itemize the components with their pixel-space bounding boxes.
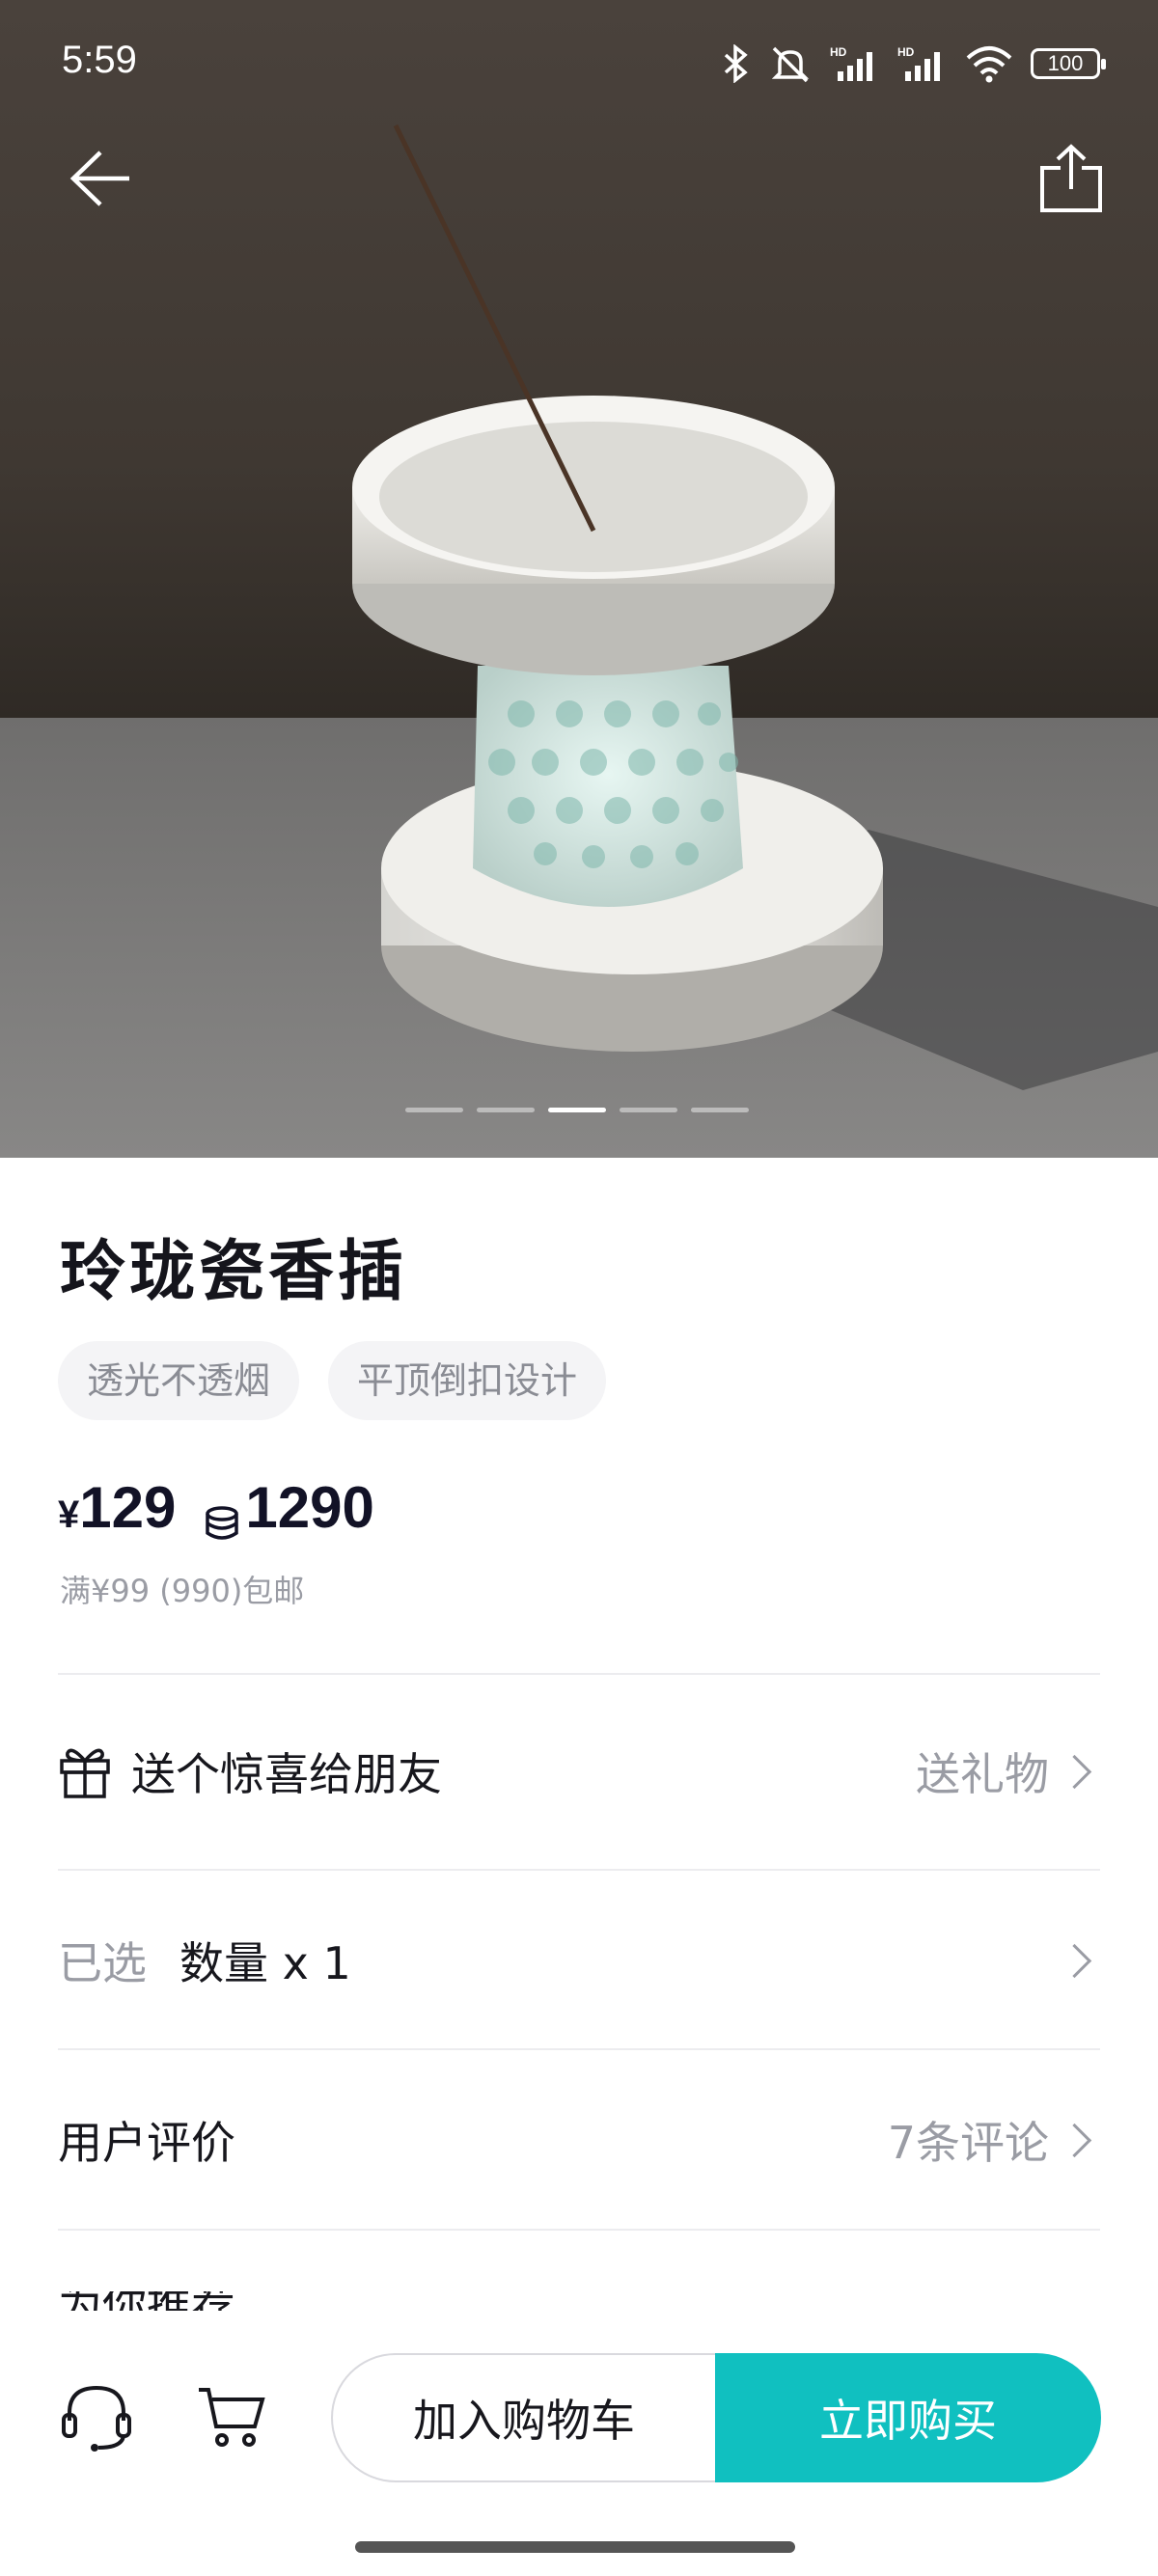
reviews-row[interactable]: 用户评价 7条评论 bbox=[58, 2082, 1100, 2198]
reviews-count-link[interactable]: 7条评论 bbox=[888, 2108, 1100, 2172]
svg-text:HD: HD bbox=[897, 45, 915, 59]
reviews-label: 用户评价 bbox=[58, 2117, 235, 2169]
recommend-row-partial: 为你推荐 bbox=[58, 2291, 1100, 2311]
price-row: ¥129 1290 bbox=[58, 1474, 374, 1543]
back-button[interactable] bbox=[56, 135, 143, 222]
divider bbox=[58, 1673, 1100, 1675]
product-title: 玲珑瓷香插 bbox=[60, 1234, 408, 1310]
shipping-note: 满¥99 (990)包邮 bbox=[60, 1573, 305, 1609]
gift-action[interactable]: 送礼物 bbox=[916, 1740, 1100, 1803]
selected-chevron bbox=[1057, 1943, 1100, 1978]
status-icons: HD HD 100 bbox=[722, 42, 1106, 85]
svg-text:HD: HD bbox=[830, 45, 847, 59]
price-value: 129 bbox=[79, 1475, 177, 1540]
bluetooth-icon bbox=[724, 44, 748, 83]
cart-icon bbox=[199, 2388, 265, 2447]
reviews-count: 7条评论 bbox=[887, 2117, 1049, 2169]
gallery-dot[interactable] bbox=[691, 1108, 749, 1112]
gift-action-label: 送礼物 bbox=[916, 1748, 1049, 1800]
divider bbox=[58, 1869, 1100, 1871]
gallery-dot[interactable] bbox=[477, 1108, 535, 1112]
product-tags: 透光不透烟 平顶倒扣设计 bbox=[58, 1341, 607, 1420]
cart-button[interactable] bbox=[193, 2378, 270, 2455]
share-icon bbox=[1040, 144, 1102, 212]
coin-icon bbox=[206, 1506, 239, 1540]
product-tag: 透光不透烟 bbox=[58, 1341, 300, 1420]
headset-icon bbox=[62, 2385, 131, 2452]
gallery-dot[interactable] bbox=[548, 1108, 606, 1112]
gallery-indicators bbox=[405, 1108, 749, 1112]
selected-prefix: 已选 bbox=[58, 1937, 147, 1989]
price: ¥129 bbox=[58, 1474, 176, 1541]
divider bbox=[58, 2048, 1100, 2050]
customer-service-button[interactable] bbox=[58, 2378, 135, 2455]
selected-quantity-row[interactable]: 已选 数量 x 1 bbox=[58, 1903, 1100, 2018]
hd-signal-icon: HD bbox=[830, 45, 872, 81]
coin-price: 1290 bbox=[203, 1474, 374, 1543]
battery-icon: 100 bbox=[1031, 48, 1106, 79]
gift-label: 送个惊喜给朋友 bbox=[131, 1748, 442, 1800]
mute-icon bbox=[771, 46, 810, 83]
selected-quantity: 数量 x 1 bbox=[179, 1937, 351, 1989]
status-time: 5:59 bbox=[62, 39, 137, 81]
gallery-dot[interactable] bbox=[620, 1108, 677, 1112]
hd-signal-icon: HD bbox=[897, 45, 940, 81]
chevron-right-icon bbox=[1057, 1943, 1092, 1978]
divider bbox=[58, 2229, 1100, 2231]
recommend-label: 为你推荐 bbox=[58, 2291, 235, 2311]
product-photo bbox=[352, 123, 1158, 1090]
product-image-gallery[interactable]: 5:59 HD HD 100 bbox=[0, 0, 1158, 1158]
share-button[interactable] bbox=[1028, 135, 1115, 222]
wifi-icon bbox=[966, 46, 1012, 83]
status-bar: 5:59 HD HD 100 bbox=[0, 0, 1158, 125]
buy-now-button[interactable]: 立即购买 bbox=[715, 2353, 1101, 2482]
chevron-right-icon bbox=[1057, 2123, 1092, 2157]
currency-symbol: ¥ bbox=[58, 1494, 80, 1536]
bottom-action-bar: 加入购物车 立即购买 bbox=[0, 2311, 1158, 2523]
gallery-dot[interactable] bbox=[405, 1108, 463, 1112]
add-to-cart-button[interactable]: 加入购物车 bbox=[331, 2353, 715, 2482]
gift-icon bbox=[60, 1748, 110, 1798]
product-tag: 平顶倒扣设计 bbox=[328, 1341, 607, 1420]
gift-row[interactable]: 送个惊喜给朋友 送礼物 bbox=[58, 1713, 1100, 1829]
chevron-right-icon bbox=[1057, 1754, 1092, 1789]
arrow-left-icon bbox=[69, 151, 129, 206]
home-indicator[interactable] bbox=[355, 2541, 795, 2553]
purchase-button-group: 加入购物车 立即购买 bbox=[331, 2353, 1101, 2482]
coin-price-value: 1290 bbox=[245, 1475, 374, 1540]
